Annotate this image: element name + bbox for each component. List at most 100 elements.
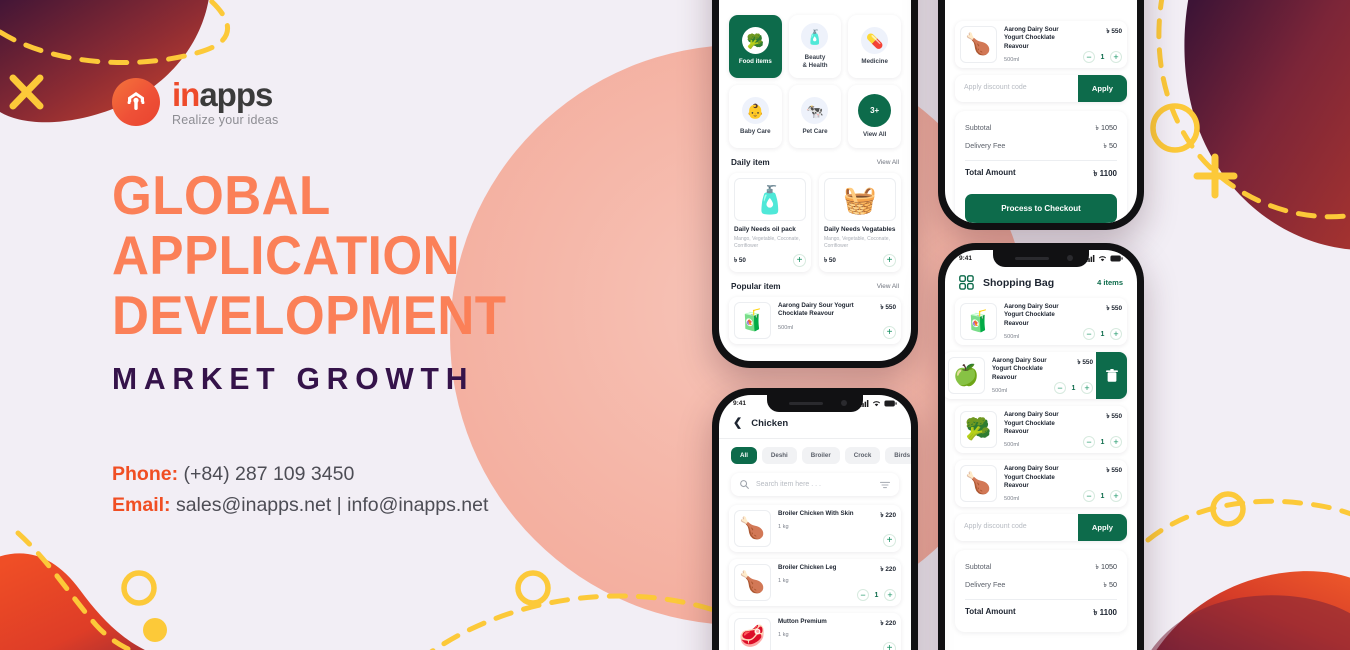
- checkout-item-row[interactable]: 🍗 Aarong Dairy Sour Yogurt Chocklate Rea…: [955, 21, 1127, 69]
- oil-pack-image: 🧴: [734, 178, 806, 221]
- category-card-3[interactable]: 👶 Baby Care: [729, 85, 782, 148]
- chicken-search-bar[interactable]: Search item here . . .: [731, 473, 899, 496]
- decrease-qty-button[interactable]: −: [1083, 436, 1095, 449]
- grid-icon[interactable]: [959, 275, 974, 290]
- decrease-qty-button[interactable]: −: [857, 589, 869, 601]
- chicken-item-list: 🍗 Broiler Chicken With Skin 1 kg ৳ 220 +…: [729, 505, 901, 650]
- chicken-item-name: Broiler Chicken Leg: [778, 564, 837, 571]
- bag-header: Shopping Bag 4 items: [955, 266, 1127, 298]
- battery-icon: [884, 400, 897, 407]
- bag-item-row-0[interactable]: 🧃 Aarong Dairy Sour Yogurt Chocklate Rea…: [955, 298, 1127, 346]
- process-to-checkout-button[interactable]: Process to Checkout: [965, 194, 1117, 223]
- daily-item-price: ৳ 50: [824, 257, 836, 264]
- bag-item-row-2[interactable]: 🥦 Aarong Dairy Sour Yogurt Chocklate Rea…: [955, 406, 1127, 454]
- checkout-total-row-1: Delivery Fee ৳ 50: [965, 138, 1117, 156]
- bag-discount-row[interactable]: Apply discount code Apply: [955, 514, 1127, 542]
- inapps-logo-icon: [112, 78, 160, 127]
- search-input[interactable]: Search item here . . .: [756, 481, 873, 488]
- qty-value: 1: [1100, 53, 1105, 61]
- chicken-item-price: ৳ 220: [880, 566, 896, 573]
- decrease-qty-button[interactable]: −: [1083, 51, 1095, 64]
- filter-chip-4[interactable]: Birds: [885, 447, 911, 464]
- apply-discount-button[interactable]: Apply: [1077, 75, 1127, 103]
- chicken-item-row-1[interactable]: 🍗 Broiler Chicken Leg 1 kg ৳ 220 − 1 +: [729, 559, 901, 606]
- increase-qty-button[interactable]: +: [1110, 328, 1122, 341]
- bag-item-name: Aarong Dairy Sour Yogurt Chocklate Reavo…: [1004, 465, 1059, 489]
- phone-mockup-shopping-bag: 9:41 Shopping Bag 4 items 🧃 Aarong Dairy…: [938, 243, 1144, 650]
- decrease-qty-button[interactable]: −: [1083, 328, 1095, 341]
- category-label: View All: [862, 131, 887, 139]
- chicken-item-name: Broiler Chicken With Skin: [778, 510, 854, 517]
- checkout-item-stepper[interactable]: − 1 +: [1083, 51, 1122, 64]
- chicken-title: Chicken: [751, 418, 789, 429]
- phone-notch: [993, 250, 1089, 267]
- delete-item-button[interactable]: [1096, 352, 1127, 400]
- add-to-cart-button[interactable]: +: [883, 326, 896, 339]
- bag-item-stepper[interactable]: − 1 +: [1083, 436, 1122, 449]
- bag-totals-card: Subtotal ৳ 1050 Delivery Fee ৳ 50 Total …: [955, 550, 1127, 633]
- chicken-item-stepper[interactable]: − 1 +: [857, 589, 896, 601]
- daily-item-card-1[interactable]: 🧺 Daily Needs Vegatables Mango, Vegetabl…: [819, 173, 901, 272]
- daily-view-all-link[interactable]: View All: [877, 159, 899, 166]
- chicken-item-size: 1 kg: [778, 632, 789, 639]
- qty-value: 1: [1100, 438, 1105, 446]
- checkout-grand-total-row: Total Amount ৳ 1100: [965, 165, 1117, 184]
- bag-item-price: ৳ 550: [1106, 467, 1122, 475]
- bag-total-value: ৳ 50: [1103, 580, 1117, 590]
- chicken-icon: 🍗: [965, 32, 992, 56]
- bag-item-row-1[interactable]: 🍏 Aarong Dairy Sour Yogurt Chocklate Rea…: [945, 352, 1127, 400]
- add-to-cart-button[interactable]: +: [793, 254, 806, 267]
- increase-qty-button[interactable]: +: [884, 589, 896, 601]
- checkout-total-label: Delivery Fee: [965, 141, 1006, 151]
- discount-code-input[interactable]: Apply discount code: [955, 75, 1078, 102]
- bag-apply-discount-button[interactable]: Apply: [1077, 514, 1127, 542]
- decrease-qty-button[interactable]: −: [1083, 490, 1095, 503]
- daily-section-title: Daily item: [731, 158, 770, 167]
- bag-title: Shopping Bag: [983, 276, 1055, 289]
- add-to-cart-button[interactable]: +: [883, 254, 896, 267]
- daily-item-card-0[interactable]: 🧴 Daily Needs oil pack Mango, Vegetable,…: [729, 173, 811, 272]
- filter-icon[interactable]: [880, 481, 890, 489]
- bag-item-price: ৳ 550: [1106, 305, 1122, 312]
- baby-icon: 👶: [741, 97, 769, 125]
- checkout-discount-row[interactable]: Apply discount code Apply: [955, 75, 1127, 103]
- add-to-cart-button[interactable]: +: [883, 534, 896, 547]
- filter-chip-0[interactable]: All: [731, 447, 757, 464]
- category-card-0[interactable]: 🥦 Food items: [729, 15, 782, 78]
- bag-item-name: Aarong Dairy Sour Yogurt Chocklate Reavo…: [992, 357, 1047, 381]
- contact-email-label: Email:: [112, 493, 171, 516]
- increase-qty-button[interactable]: +: [1110, 490, 1122, 503]
- left-content-column: inapps Realize your ideas GLOBAL APPLICA…: [112, 78, 672, 521]
- filter-chip-1[interactable]: Deshi: [761, 447, 797, 464]
- filter-chip-3[interactable]: Crock: [844, 447, 881, 464]
- increase-qty-button[interactable]: +: [1110, 436, 1122, 449]
- chicken-item-row-0[interactable]: 🍗 Broiler Chicken With Skin 1 kg ৳ 220 +: [729, 505, 901, 552]
- status-time: 9:41: [733, 400, 747, 407]
- bag-item-stepper[interactable]: − 1 +: [1083, 328, 1122, 341]
- add-to-cart-button[interactable]: +: [883, 642, 896, 650]
- bag-item-stepper[interactable]: − 1 +: [1054, 382, 1093, 395]
- bag-total-row-0: Subtotal ৳ 1050: [965, 559, 1117, 577]
- filter-chip-2[interactable]: Broiler: [801, 447, 840, 464]
- bag-item-row-3[interactable]: 🍗 Aarong Dairy Sour Yogurt Chocklate Rea…: [955, 460, 1127, 508]
- category-card-5[interactable]: 3+ View All: [848, 85, 901, 148]
- checkout-total-row-0: Subtotal ৳ 1050: [965, 120, 1117, 138]
- bag-item-stepper[interactable]: − 1 +: [1083, 490, 1122, 503]
- category-card-4[interactable]: 🐄 Pet Care: [788, 85, 842, 148]
- chevron-left-icon[interactable]: ❮: [733, 418, 742, 429]
- bag-discount-code-input[interactable]: Apply discount code: [955, 514, 1078, 541]
- decrease-qty-button[interactable]: −: [1054, 382, 1066, 395]
- popular-view-all-link[interactable]: View All: [877, 283, 899, 290]
- vegetable-basket-image: 🧺: [824, 178, 896, 221]
- chicken-item-row-2[interactable]: 🥩 Mutton Premium 1 kg ৳ 220 +: [729, 613, 901, 650]
- category-card-2[interactable]: 💊 Medicine: [848, 15, 901, 78]
- popular-item-row-0[interactable]: 🧃 Aarong Dairy Sour Yogurt Chocklate Rea…: [729, 297, 901, 344]
- checkout-item-name: Aarong Dairy Sour Yogurt Chocklate Reavo…: [1004, 26, 1059, 50]
- contact-block: Phone: (+84) 287 109 3450 Email: sales@i…: [112, 459, 672, 521]
- category-card-1[interactable]: 🧴 Beauty & Health: [788, 15, 842, 78]
- increase-qty-button[interactable]: +: [1110, 51, 1122, 64]
- brand-logo[interactable]: inapps Realize your ideas: [112, 78, 672, 127]
- increase-qty-button[interactable]: +: [1081, 382, 1093, 395]
- view-all-icon: 3+: [858, 94, 892, 128]
- contact-email-value: sales@inapps.net | info@inapps.net: [175, 493, 489, 516]
